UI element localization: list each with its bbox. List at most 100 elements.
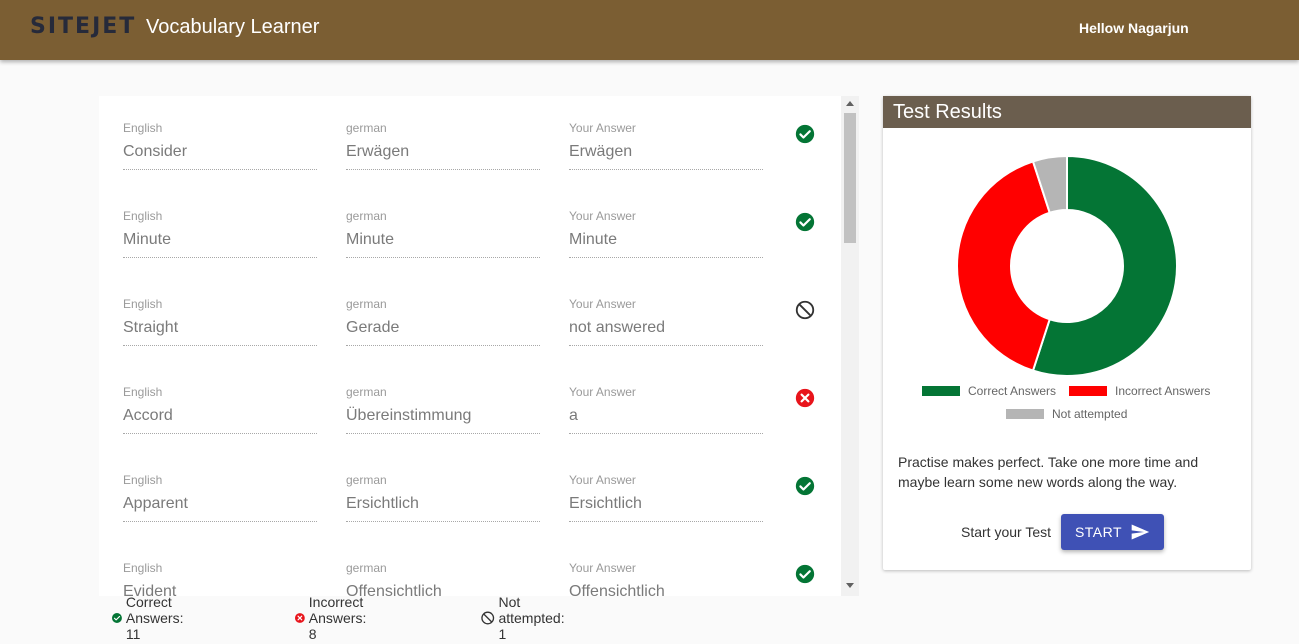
german-field-label: german — [346, 121, 387, 135]
summary-not-attempted-label: Not attempted: 1 — [498, 594, 565, 642]
german-field: german Erwägen — [346, 120, 540, 170]
answer-field[interactable]: Your Answer a — [569, 384, 763, 434]
vocabulary-row: English Accord german Übereinstimmung Your A… — [99, 360, 841, 448]
scrollbar[interactable] — [841, 96, 859, 596]
answer-field[interactable]: Your Answer Minute — [569, 208, 763, 258]
german-field: german Ersichtlich — [346, 472, 540, 522]
cancel-circle-icon — [294, 613, 305, 623]
german-field-label: german — [346, 385, 387, 399]
answer-field-label: Your Answer — [569, 209, 636, 223]
english-field-label: English — [123, 561, 163, 575]
english-field-value: Consider — [123, 143, 188, 160]
answer-field-label: Your Answer — [569, 121, 636, 135]
block-icon — [481, 611, 495, 625]
german-field: german Gerade — [346, 296, 540, 346]
legend-correct: Correct Answers — [922, 384, 1056, 398]
vocabulary-row: English Straight german Gerade Your Answer no… — [99, 272, 841, 360]
english-field-label: English — [123, 385, 163, 399]
german-field: german Minute — [346, 208, 540, 258]
german-field: german Offensichtlich — [346, 560, 540, 596]
german-field-value: Gerade — [346, 319, 400, 336]
english-field-label: English — [123, 473, 163, 487]
cancel-circle-icon — [794, 387, 816, 409]
english-field-value: Apparent — [123, 495, 188, 512]
legend-swatch-correct — [922, 386, 960, 396]
check-circle-icon — [794, 211, 816, 233]
answer-field-label: Your Answer — [569, 473, 636, 487]
legend-incorrect: Incorrect Answers — [1069, 384, 1210, 398]
block-icon — [794, 299, 816, 321]
scroll-thumb[interactable] — [844, 113, 856, 243]
answer-field-value: Erwägen — [569, 143, 633, 160]
app-title: Vocabulary Learner — [146, 16, 320, 38]
start-test-label: Start your Test — [961, 524, 1052, 540]
answer-field-value: Offensichtlich — [569, 583, 665, 596]
start-button[interactable]: START — [1061, 514, 1164, 550]
summary-correct: Correct Answers: 11 — [111, 594, 194, 642]
check-circle-icon — [794, 563, 816, 585]
test-results-card: Test Results Correct Answers Incorrect A… — [883, 96, 1251, 570]
english-field: English Straight — [123, 296, 317, 346]
answer-field-label: Your Answer — [569, 561, 636, 575]
legend-swatch-not-attempted — [1006, 409, 1044, 419]
answer-field-value: not answered — [569, 319, 666, 336]
answer-field-value: a — [569, 407, 578, 424]
english-field: English Accord — [123, 384, 317, 434]
english-field: English Evident — [123, 560, 317, 596]
app-header: SITEJET Vocabulary Learner Hellow Nagarj… — [0, 0, 1299, 60]
vocabulary-row: English Apparent german Ersichtlich Your Ans… — [99, 448, 841, 536]
legend-not-attempted: Not attempted — [1006, 407, 1127, 421]
english-field: English Consider — [123, 120, 317, 170]
legend-label-correct: Correct Answers — [968, 384, 1057, 398]
answer-field[interactable]: Your Answer Offensichtlich — [569, 560, 763, 596]
encouragement-message: Practise makes perfect. Take one more ti… — [898, 454, 1199, 490]
vocabulary-row: English Minute german Minute Your Answer Minu… — [99, 184, 841, 272]
legend-label-not-attempted: Not attempted — [1052, 407, 1128, 421]
english-field-label: English — [123, 121, 163, 135]
check-circle-icon — [794, 475, 816, 497]
answer-field-value: Ersichtlich — [569, 495, 642, 512]
vocabulary-list: English Consider german Erwägen Your Answer E… — [99, 96, 859, 596]
vocabulary-rows: English Consider german Erwägen Your Answer E… — [99, 96, 841, 596]
scroll-up-arrow[interactable] — [846, 101, 854, 106]
answer-field[interactable]: Your Answer Erwägen — [569, 120, 763, 170]
donut-slice-incorrect — [957, 160, 1051, 372]
start-button-label: START — [1074, 524, 1123, 540]
german-field-label: german — [346, 561, 387, 575]
german-field-value: Erwägen — [346, 143, 410, 160]
summary-incorrect-label: Incorrect Answers: 8 — [308, 594, 367, 642]
german-field-value: Ersichtlich — [346, 495, 419, 512]
legend-label-incorrect: Incorrect Answers — [1115, 384, 1211, 398]
english-field-value: Straight — [123, 319, 179, 336]
german-field: german Übereinstimmung — [346, 384, 540, 434]
english-field: English Apparent — [123, 472, 317, 522]
answer-field[interactable]: Your Answer not answered — [569, 296, 763, 346]
german-field-label: german — [346, 297, 387, 311]
english-field-label: English — [123, 297, 163, 311]
results-header: Test Results — [883, 96, 1251, 128]
scroll-down-arrow[interactable] — [846, 583, 854, 588]
vocabulary-row: English Consider german Erwägen Your Answer E… — [99, 96, 841, 184]
results-title: Test Results — [893, 101, 1002, 123]
results-donut-chart — [957, 156, 1177, 376]
answer-field-label: Your Answer — [569, 385, 636, 399]
answer-field[interactable]: Your Answer Ersichtlich — [569, 472, 763, 522]
summary-not-attempted: Not attempted: 1 — [480, 594, 571, 642]
answer-field-value: Minute — [569, 231, 618, 248]
german-field-label: german — [346, 209, 387, 223]
english-field: English Minute — [123, 208, 317, 258]
brand-logo: SITEJET — [30, 14, 137, 39]
german-field-value: Minute — [346, 231, 395, 248]
english-field-value: Accord — [123, 407, 173, 424]
english-field-label: English — [123, 209, 163, 223]
summary-incorrect: Incorrect Answers: 8 — [294, 594, 377, 642]
german-field-label: german — [346, 473, 387, 487]
summary-correct-label: Correct Answers: 11 — [125, 594, 184, 642]
check-circle-icon — [794, 123, 816, 145]
answer-field-label: Your Answer — [569, 297, 636, 311]
legend-swatch-incorrect — [1069, 386, 1107, 396]
vocabulary-row: English Evident german Offensichtlich Your A… — [99, 536, 841, 596]
english-field-value: Minute — [123, 231, 172, 248]
user-greeting: Hellow Nagarjun — [1079, 20, 1189, 36]
german-field-value: Übereinstimmung — [346, 407, 472, 424]
